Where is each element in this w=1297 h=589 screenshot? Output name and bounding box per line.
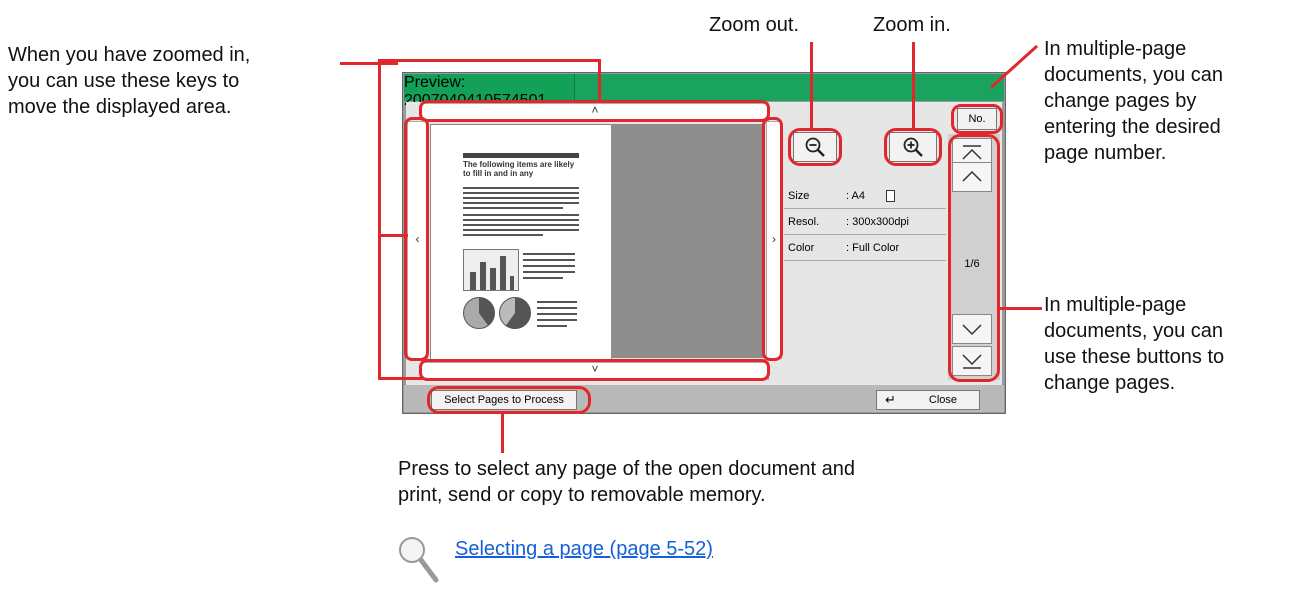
- select-pages-highlight: [427, 386, 591, 414]
- page-nav-highlight: [948, 134, 1000, 382]
- return-icon: ↵: [885, 392, 896, 407]
- callout-line: page number.: [1044, 142, 1167, 164]
- info-key: Size: [788, 190, 810, 202]
- preview-label: Preview:: [404, 74, 466, 91]
- callout-line: In multiple-page: [1044, 38, 1187, 60]
- select-pages-callout: Press to select any page of the open doc…: [398, 456, 918, 508]
- callout-line: you can use these keys to: [8, 70, 240, 92]
- bar-graphic: [463, 249, 519, 291]
- info-row-resolution: Resol. : 300x300dpi: [784, 212, 946, 235]
- page-thumbnail: The following items are likely to fill i…: [430, 124, 612, 360]
- scroll-up-highlight: [419, 100, 770, 122]
- callout-line: Press to select any page of the open doc…: [398, 458, 855, 480]
- page-buttons-callout: In multiple-page documents, you can use …: [1044, 292, 1294, 396]
- callout-line: documents, you can: [1044, 64, 1223, 86]
- zoom-out-label: Zoom out.: [709, 14, 800, 36]
- doc-heading: The following items are likely to fill i…: [463, 160, 575, 178]
- zoom-in-label: Zoom in.: [873, 14, 951, 36]
- callout-line: In multiple-page: [1044, 294, 1187, 316]
- zoom-out-highlight: [788, 128, 842, 166]
- info-row-color: Color : Full Color: [784, 238, 946, 261]
- page-background: [611, 124, 765, 358]
- scroll-right-highlight: [762, 117, 783, 361]
- callout-line: use these buttons to: [1044, 346, 1225, 368]
- title-tab: Preview: 2007040410574501: [404, 74, 575, 109]
- info-key: Color: [788, 242, 815, 254]
- callout-line: When you have zoomed in,: [8, 44, 251, 66]
- close-label: Close: [928, 394, 957, 406]
- selecting-page-link[interactable]: Selecting a page (page 5-52): [455, 538, 713, 561]
- info-key: Resol.: [788, 216, 820, 228]
- info-value: : A4: [846, 190, 865, 202]
- callout-line: print, send or copy to removable memory.: [398, 484, 766, 506]
- portrait-page-icon: [886, 190, 895, 202]
- scroll-left-highlight: [404, 117, 429, 361]
- pie-graphic: [499, 297, 531, 329]
- scroll-down-highlight: [419, 359, 770, 381]
- page-number-callout: In multiple-page documents, you can chan…: [1044, 36, 1294, 166]
- info-value: : 300x300dpi: [846, 216, 909, 228]
- callout-line: change pages by: [1044, 90, 1197, 112]
- info-value: : Full Color: [846, 242, 900, 254]
- close-button[interactable]: ↵ Close: [876, 390, 980, 410]
- callout-line: entering the desired: [1044, 116, 1221, 138]
- zoom-in-highlight: [884, 128, 942, 166]
- document-info-panel: Size : A4 Resol. : 300x300dpi Color : Fu…: [784, 186, 946, 366]
- callout-line: change pages.: [1044, 372, 1176, 394]
- callout-line: documents, you can: [1044, 320, 1223, 342]
- no-button-highlight: [951, 104, 1003, 134]
- info-row-size: Size : A4: [784, 186, 946, 209]
- callout-line: move the displayed area.: [8, 96, 232, 118]
- doc-heading-bar: [463, 153, 579, 158]
- magnifier-tip-icon: [396, 534, 440, 584]
- move-area-callout: When you have zoomed in, you can use the…: [8, 42, 348, 120]
- pie-graphic: [463, 297, 495, 329]
